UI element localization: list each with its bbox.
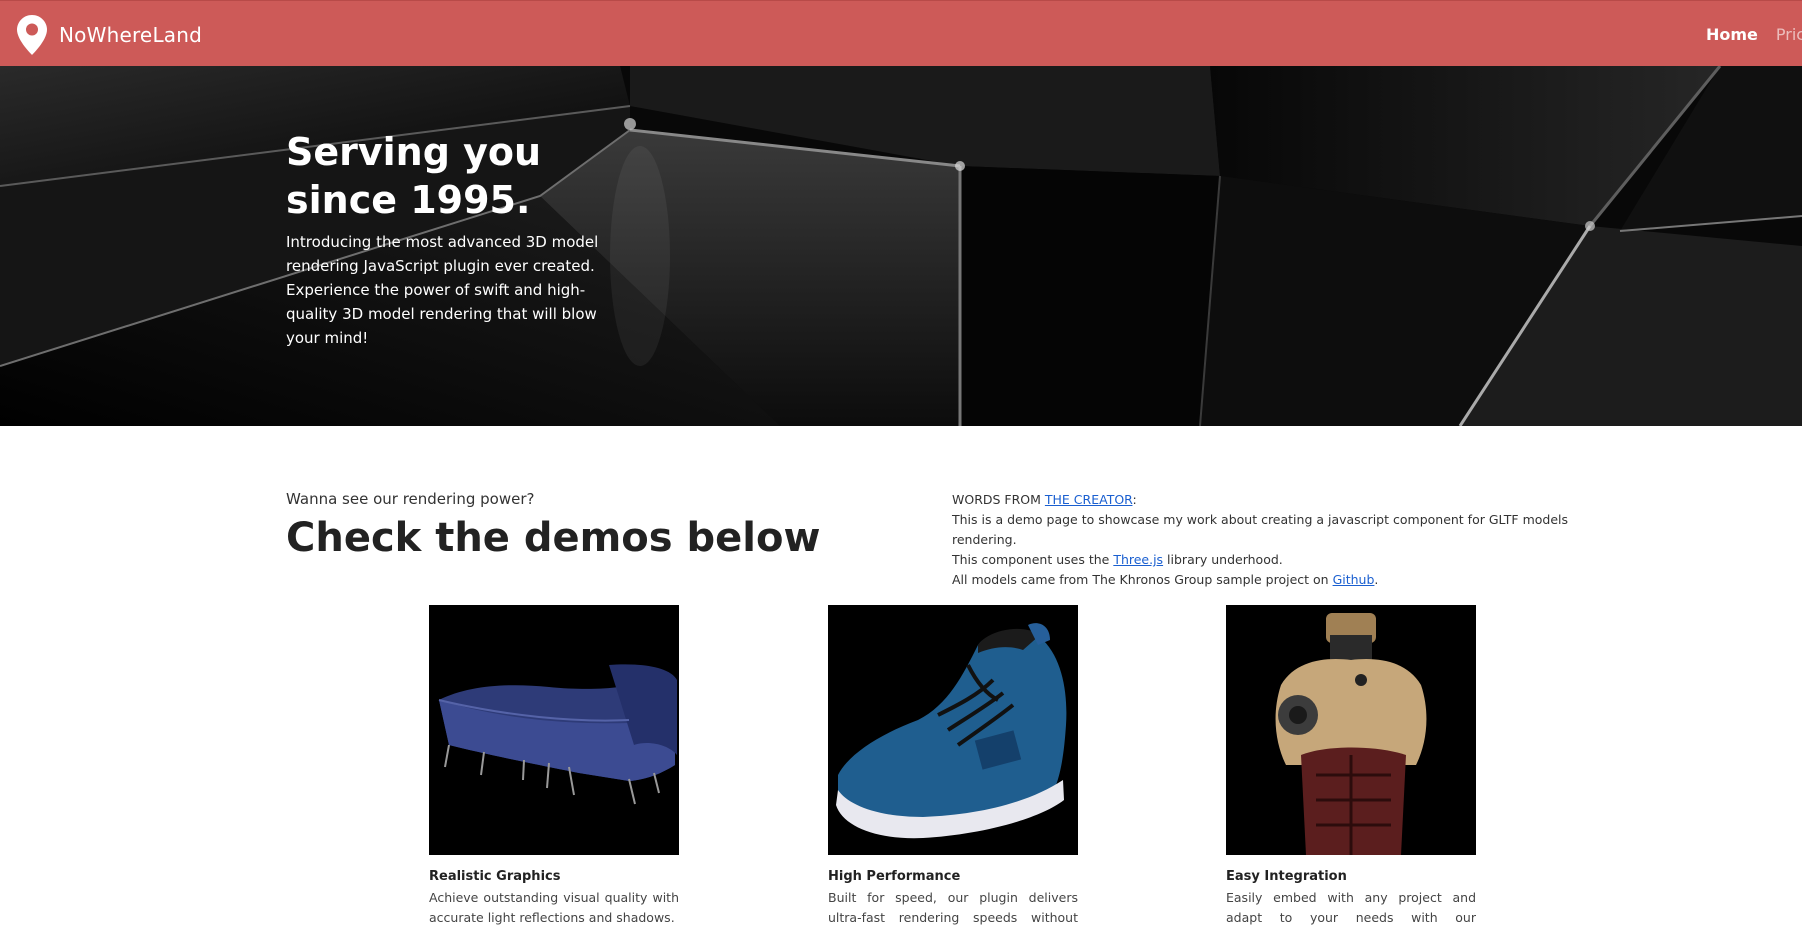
words-heading: WORDS FROM THE CREATOR: [952, 490, 1592, 510]
demo-card-integration: Easy Integration Easily embed with any p… [1226, 605, 1476, 928]
hero-background-image [0, 66, 1802, 426]
nav-links: Home Pricin [1706, 1, 1802, 67]
hero-title-line2: since 1995. [286, 178, 531, 222]
nav-pricing[interactable]: Pricin [1776, 25, 1802, 44]
hero-description: Introducing the most advanced 3D model r… [286, 233, 599, 347]
words-line2-prefix: This component uses the [952, 552, 1114, 567]
demos-eyebrow: Wanna see our rendering power? [286, 490, 535, 508]
navbar: NoWhereLand Home Pricin [0, 0, 1802, 66]
hero-title-line1: Serving you [286, 130, 542, 174]
demo-card-realistic: Realistic Graphics Achieve outstanding v… [429, 605, 679, 928]
sofa-model-viewer[interactable] [429, 605, 679, 855]
card-description: Built for speed, our plugin delivers ult… [828, 890, 1078, 925]
words-line1: This is a demo page to showcase my work … [952, 512, 1569, 547]
words-line3: All models came from The Khronos Group s… [952, 570, 1592, 590]
hero-title: Serving you since 1995. [286, 128, 626, 224]
creator-words: WORDS FROM THE CREATOR: This is a demo p… [952, 490, 1592, 590]
demo-card-performance: High Performance Built for speed, our pl… [828, 605, 1078, 928]
hero-banner: Serving you since 1995. Introducing the … [0, 66, 1802, 426]
brand[interactable]: NoWhereLand [16, 14, 202, 56]
card-description: Achieve outstanding visual quality with … [429, 890, 679, 925]
nav-home[interactable]: Home [1706, 25, 1758, 44]
sneaker-model-viewer[interactable] [828, 605, 1078, 855]
card-description: Easily embed with any project and adapt … [1226, 890, 1476, 925]
card-title: Easy Integration [1226, 869, 1347, 884]
words-line3-prefix: All models came from The Khronos Group s… [952, 572, 1333, 587]
words-suffix: : [1132, 492, 1137, 507]
demos-title: Check the demos below [286, 515, 821, 561]
brand-name: NoWhereLand [59, 23, 203, 47]
map-pin-icon [17, 15, 47, 55]
words-line2-suffix: library underhood. [1163, 552, 1283, 567]
threejs-link[interactable]: Three.js [1113, 552, 1163, 567]
words-line2: This component uses the Three.js library… [952, 550, 1592, 570]
words-line3-suffix: . [1374, 572, 1379, 587]
card-title: High Performance [828, 869, 961, 884]
words-prefix: WORDS FROM [952, 492, 1045, 507]
mannequin-model-viewer[interactable] [1226, 605, 1476, 855]
sofa-model [438, 664, 677, 805]
mannequin-model [1275, 613, 1427, 855]
creator-link[interactable]: THE CREATOR [1045, 492, 1133, 507]
card-title: Realistic Graphics [429, 869, 561, 884]
github-link[interactable]: Github [1333, 572, 1375, 587]
sneaker-model [836, 623, 1067, 839]
